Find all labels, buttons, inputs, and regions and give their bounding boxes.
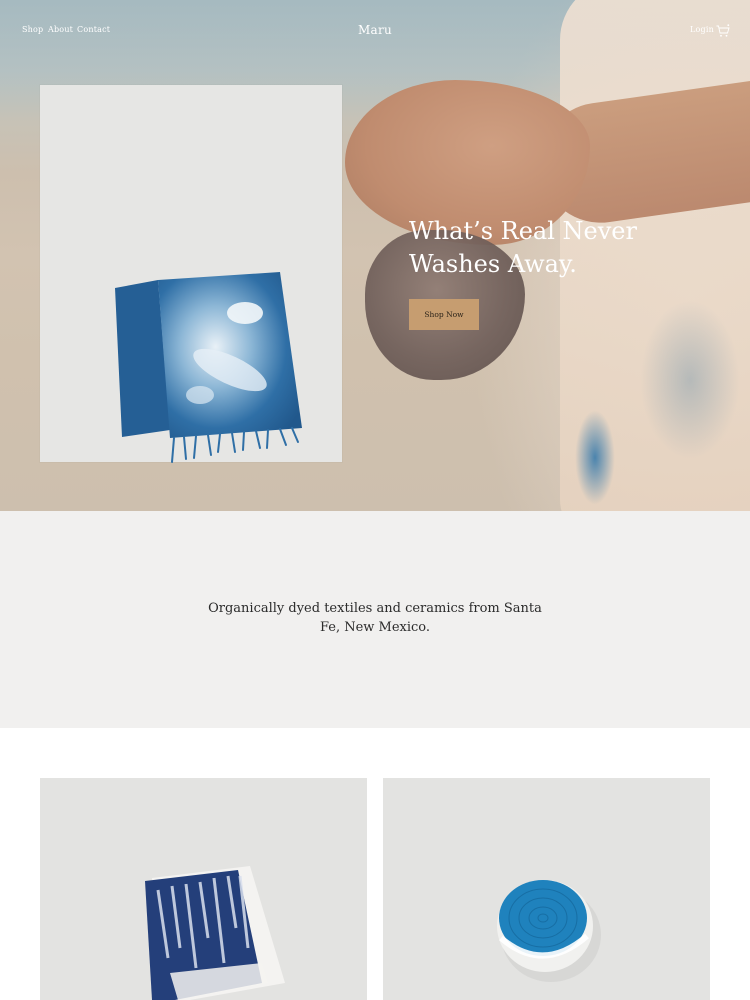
blue-ceramic-bowl-image	[497, 880, 601, 982]
intro-section: Organically dyed textiles and ceramics f…	[0, 511, 750, 728]
shop-now-button[interactable]: Shop Now	[409, 299, 479, 330]
product-card-ceramic-bowl[interactable]	[383, 778, 710, 1000]
featured-product-image[interactable]	[40, 85, 342, 463]
top-navigation: Shop About Contact Maru Login	[0, 0, 750, 60]
brand-name[interactable]: Maru	[358, 23, 392, 37]
hero-headline: What’s Real Never Washes Away.	[409, 217, 637, 278]
login-link[interactable]: Login	[690, 25, 714, 34]
hero-shirt-dye-stain	[640, 300, 740, 460]
cart-icon[interactable]	[716, 23, 730, 37]
product-card-striped-towel[interactable]	[40, 778, 367, 1000]
site-brand-logo[interactable]: Maru	[0, 23, 750, 37]
hero-shirt-dye-stain	[575, 410, 615, 505]
striped-towel-image	[145, 866, 285, 1000]
blue-tie-dye-towel-image	[115, 272, 302, 463]
intro-text: Organically dyed textiles and ceramics f…	[208, 601, 542, 635]
hero-section: Shop About Contact Maru Login What’s Rea…	[0, 0, 750, 511]
